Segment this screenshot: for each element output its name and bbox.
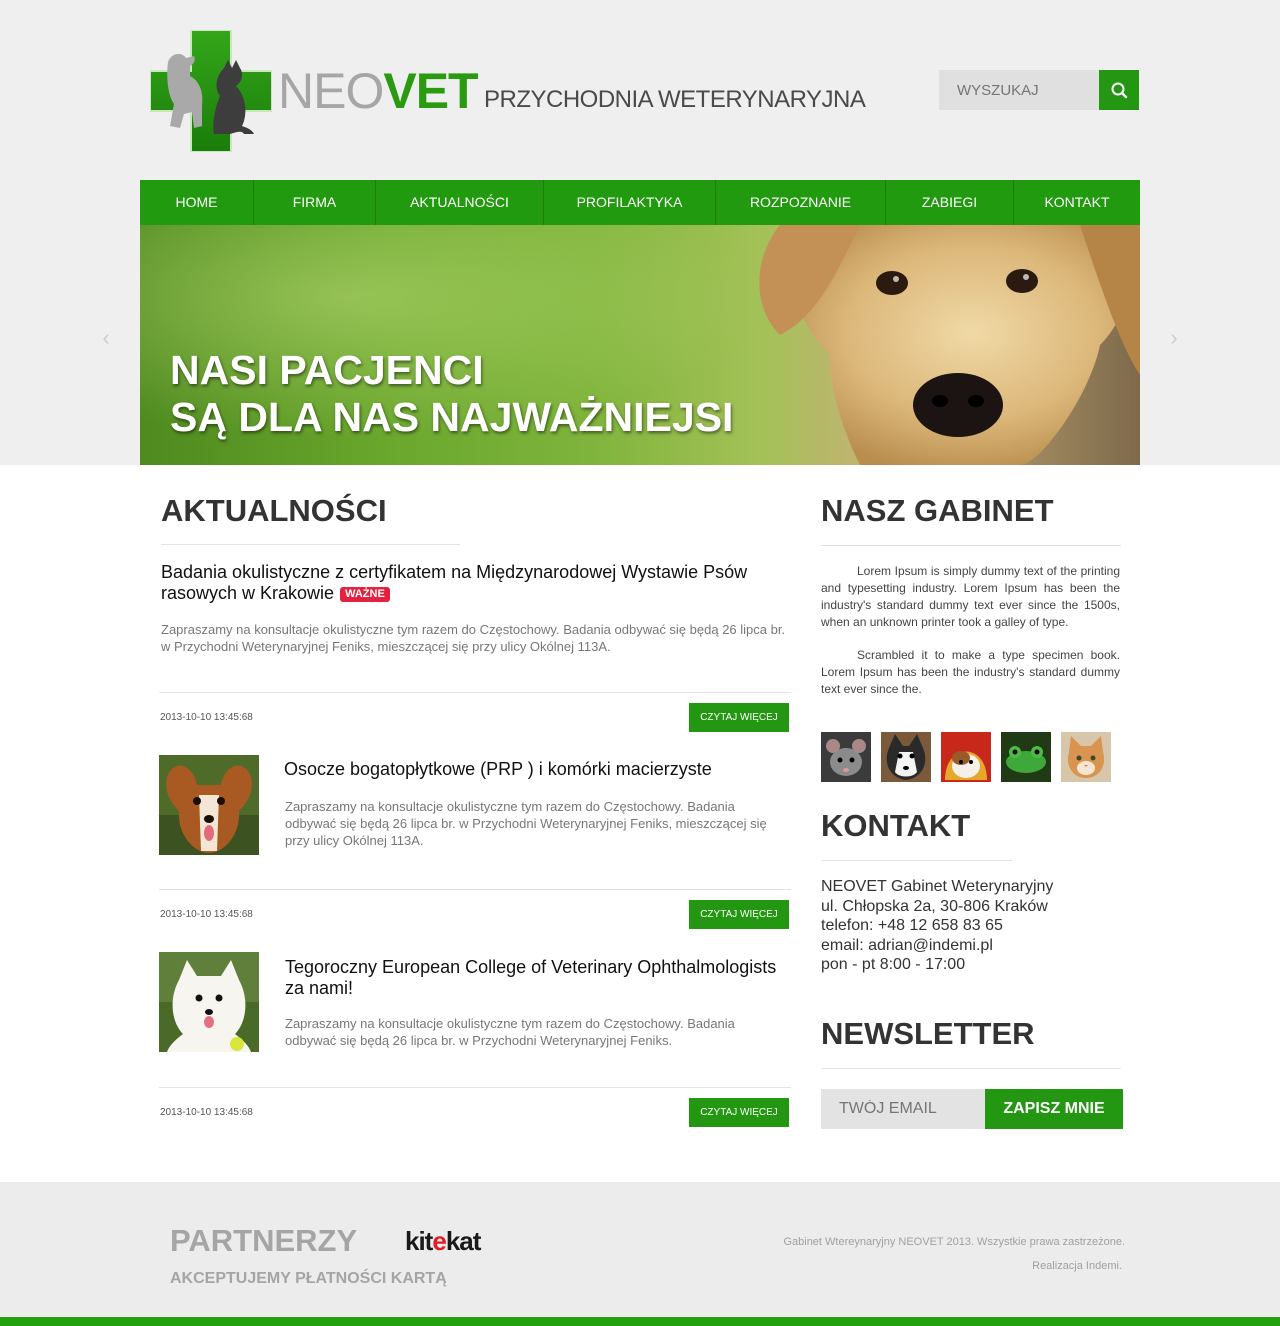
contact-email[interactable]: email: adrian@indemi.pl [821,936,1121,956]
contact-section-title: KONTAKT [821,808,971,843]
news-item-3-date: 2013-10-10 13:45:68 [160,1107,253,1118]
site-tagline: PRZYCHODNIA WETERYNARYJNA [484,86,866,113]
contact-details: NEOVET Gabinet Weterynaryjny ul. Chłopsk… [821,877,1121,975]
nav-item-firma[interactable]: FIRMA [254,180,376,225]
search-button[interactable] [1099,70,1139,110]
hero-headline-line1: NASI PACJENCI [170,347,484,393]
brand-vet: VET [383,63,478,119]
credits-link[interactable]: Realizacja Indemi. [1032,1260,1122,1272]
gallery-thumb-frog[interactable] [1001,732,1051,782]
search-box [939,70,1139,110]
card-payments-note: AKCEPTUJEMY PŁATNOŚCI KARTĄ [170,1270,447,1287]
nav-item-kontakt[interactable]: KONTAKT [1014,180,1140,225]
news-item-2-divider [159,889,791,890]
news-item-1-text: Zapraszamy na konsultacje okulistyczne t… [161,622,786,654]
news-item-3-thumbnail[interactable] [159,952,259,1052]
partner-logo-part-2: e [432,1226,447,1256]
gallery-thumb-husky[interactable] [881,732,931,782]
newsletter-title-divider [821,1068,1121,1069]
footer-accent-bar [0,1317,1280,1326]
gallery-thumb-kitten[interactable] [1061,732,1111,782]
news-item-3-divider [159,1087,791,1088]
contact-address: ul. Chłopska 2a, 30-806 Kraków [821,897,1048,915]
nav-item-home[interactable]: HOME [140,180,254,225]
slider-prev-icon[interactable]: ‹ [98,327,114,349]
main-nav: HOME FIRMA AKTUALNOŚCI PROFILAKTYKA ROZP… [140,180,1140,225]
partner-logo-part-3: kat [445,1226,482,1256]
news-item-2-title[interactable]: Osocze bogatopłytkowe (PRP ) i komórki m… [284,759,784,780]
news-item-1-title-text: Badania okulistyczne z certyfikatem na M… [161,562,748,603]
newsletter-section-title: NEWSLETTER [821,1016,1035,1051]
partner-logo-part-1: kit [405,1226,433,1256]
gallery-thumb-rat[interactable] [821,732,871,782]
search-input[interactable] [939,70,1099,110]
contact-company: NEOVET Gabinet Weterynaryjny [821,878,1054,895]
hero-banner: NASI PACJENCI SĄ DLA NAS NAJWAŻNIEJSI [140,225,1140,465]
read-more-button-1[interactable]: CZYTAJ WIĘCEJ [689,703,789,732]
clinic-title-divider [821,545,1121,546]
news-item-1-date: 2013-10-10 13:45:68 [160,712,253,723]
brand-name[interactable]: NEOVET [278,63,479,119]
news-item-3-title[interactable]: Tegoroczny European College of Veterinar… [285,957,785,999]
nav-item-profilaktyka[interactable]: PROFILAKTYKA [544,180,716,225]
news-section-title: AKTUALNOŚCI [161,493,387,528]
slider-next-icon[interactable]: › [1166,327,1182,349]
search-icon [1111,82,1128,99]
contact-title-divider [821,860,1012,861]
contact-hours: pon - pt 8:00 - 17:00 [821,956,966,973]
partners-heading: PARTNERZY [170,1223,358,1258]
newsletter-subscribe-button[interactable]: ZAPISZ MNIE [985,1089,1123,1129]
read-more-button-3[interactable]: CZYTAJ WIĘCEJ [689,1098,789,1127]
nav-item-aktualnosci[interactable]: AKTUALNOŚCI [376,180,544,225]
copyright-text: Gabinet Wtereynaryjny NEOVET 2013. Wszys… [783,1236,1125,1248]
contact-phone: telefon: +48 12 658 83 65 [821,917,1003,934]
read-more-button-2[interactable]: CZYTAJ WIĘCEJ [689,900,789,929]
gallery-thumb-guinea-pig[interactable] [941,732,991,782]
clinic-paragraph-2: Scrambled it to make a type specimen boo… [821,648,1120,696]
news-item-2-text: Zapraszamy na konsultacje okulistyczne t… [285,799,767,848]
hero-headline-line2: SĄ DLA NAS NAJWAŻNIEJSI [170,394,734,440]
logo-icon[interactable] [149,29,273,153]
news-item-3-text: Zapraszamy na konsultacje okulistyczne t… [285,1016,735,1048]
clinic-paragraph-1: Lorem Ipsum is simply dummy text of the … [821,564,1120,629]
partner-logo-kitekat[interactable]: kitekat [405,1226,482,1257]
newsletter-email-input[interactable] [821,1089,985,1129]
news-item-1-title[interactable]: Badania okulistyczne z certyfikatem na M… [161,562,781,604]
hero-headline: NASI PACJENCI SĄ DLA NAS NAJWAŻNIEJSI [170,347,733,441]
important-badge: WAŻNE [340,587,390,602]
brand-neo: NEO [278,63,384,119]
news-item-2-thumbnail[interactable] [159,755,259,855]
nav-item-zabiegi[interactable]: ZABIEGI [886,180,1014,225]
nav-item-rozpoznanie[interactable]: ROZPOZNANIE [716,180,886,225]
news-item-1-divider [159,692,791,693]
news-title-divider [161,544,460,545]
news-item-2-date: 2013-10-10 13:45:68 [160,909,253,920]
clinic-section-title: NASZ GABINET [821,493,1054,528]
